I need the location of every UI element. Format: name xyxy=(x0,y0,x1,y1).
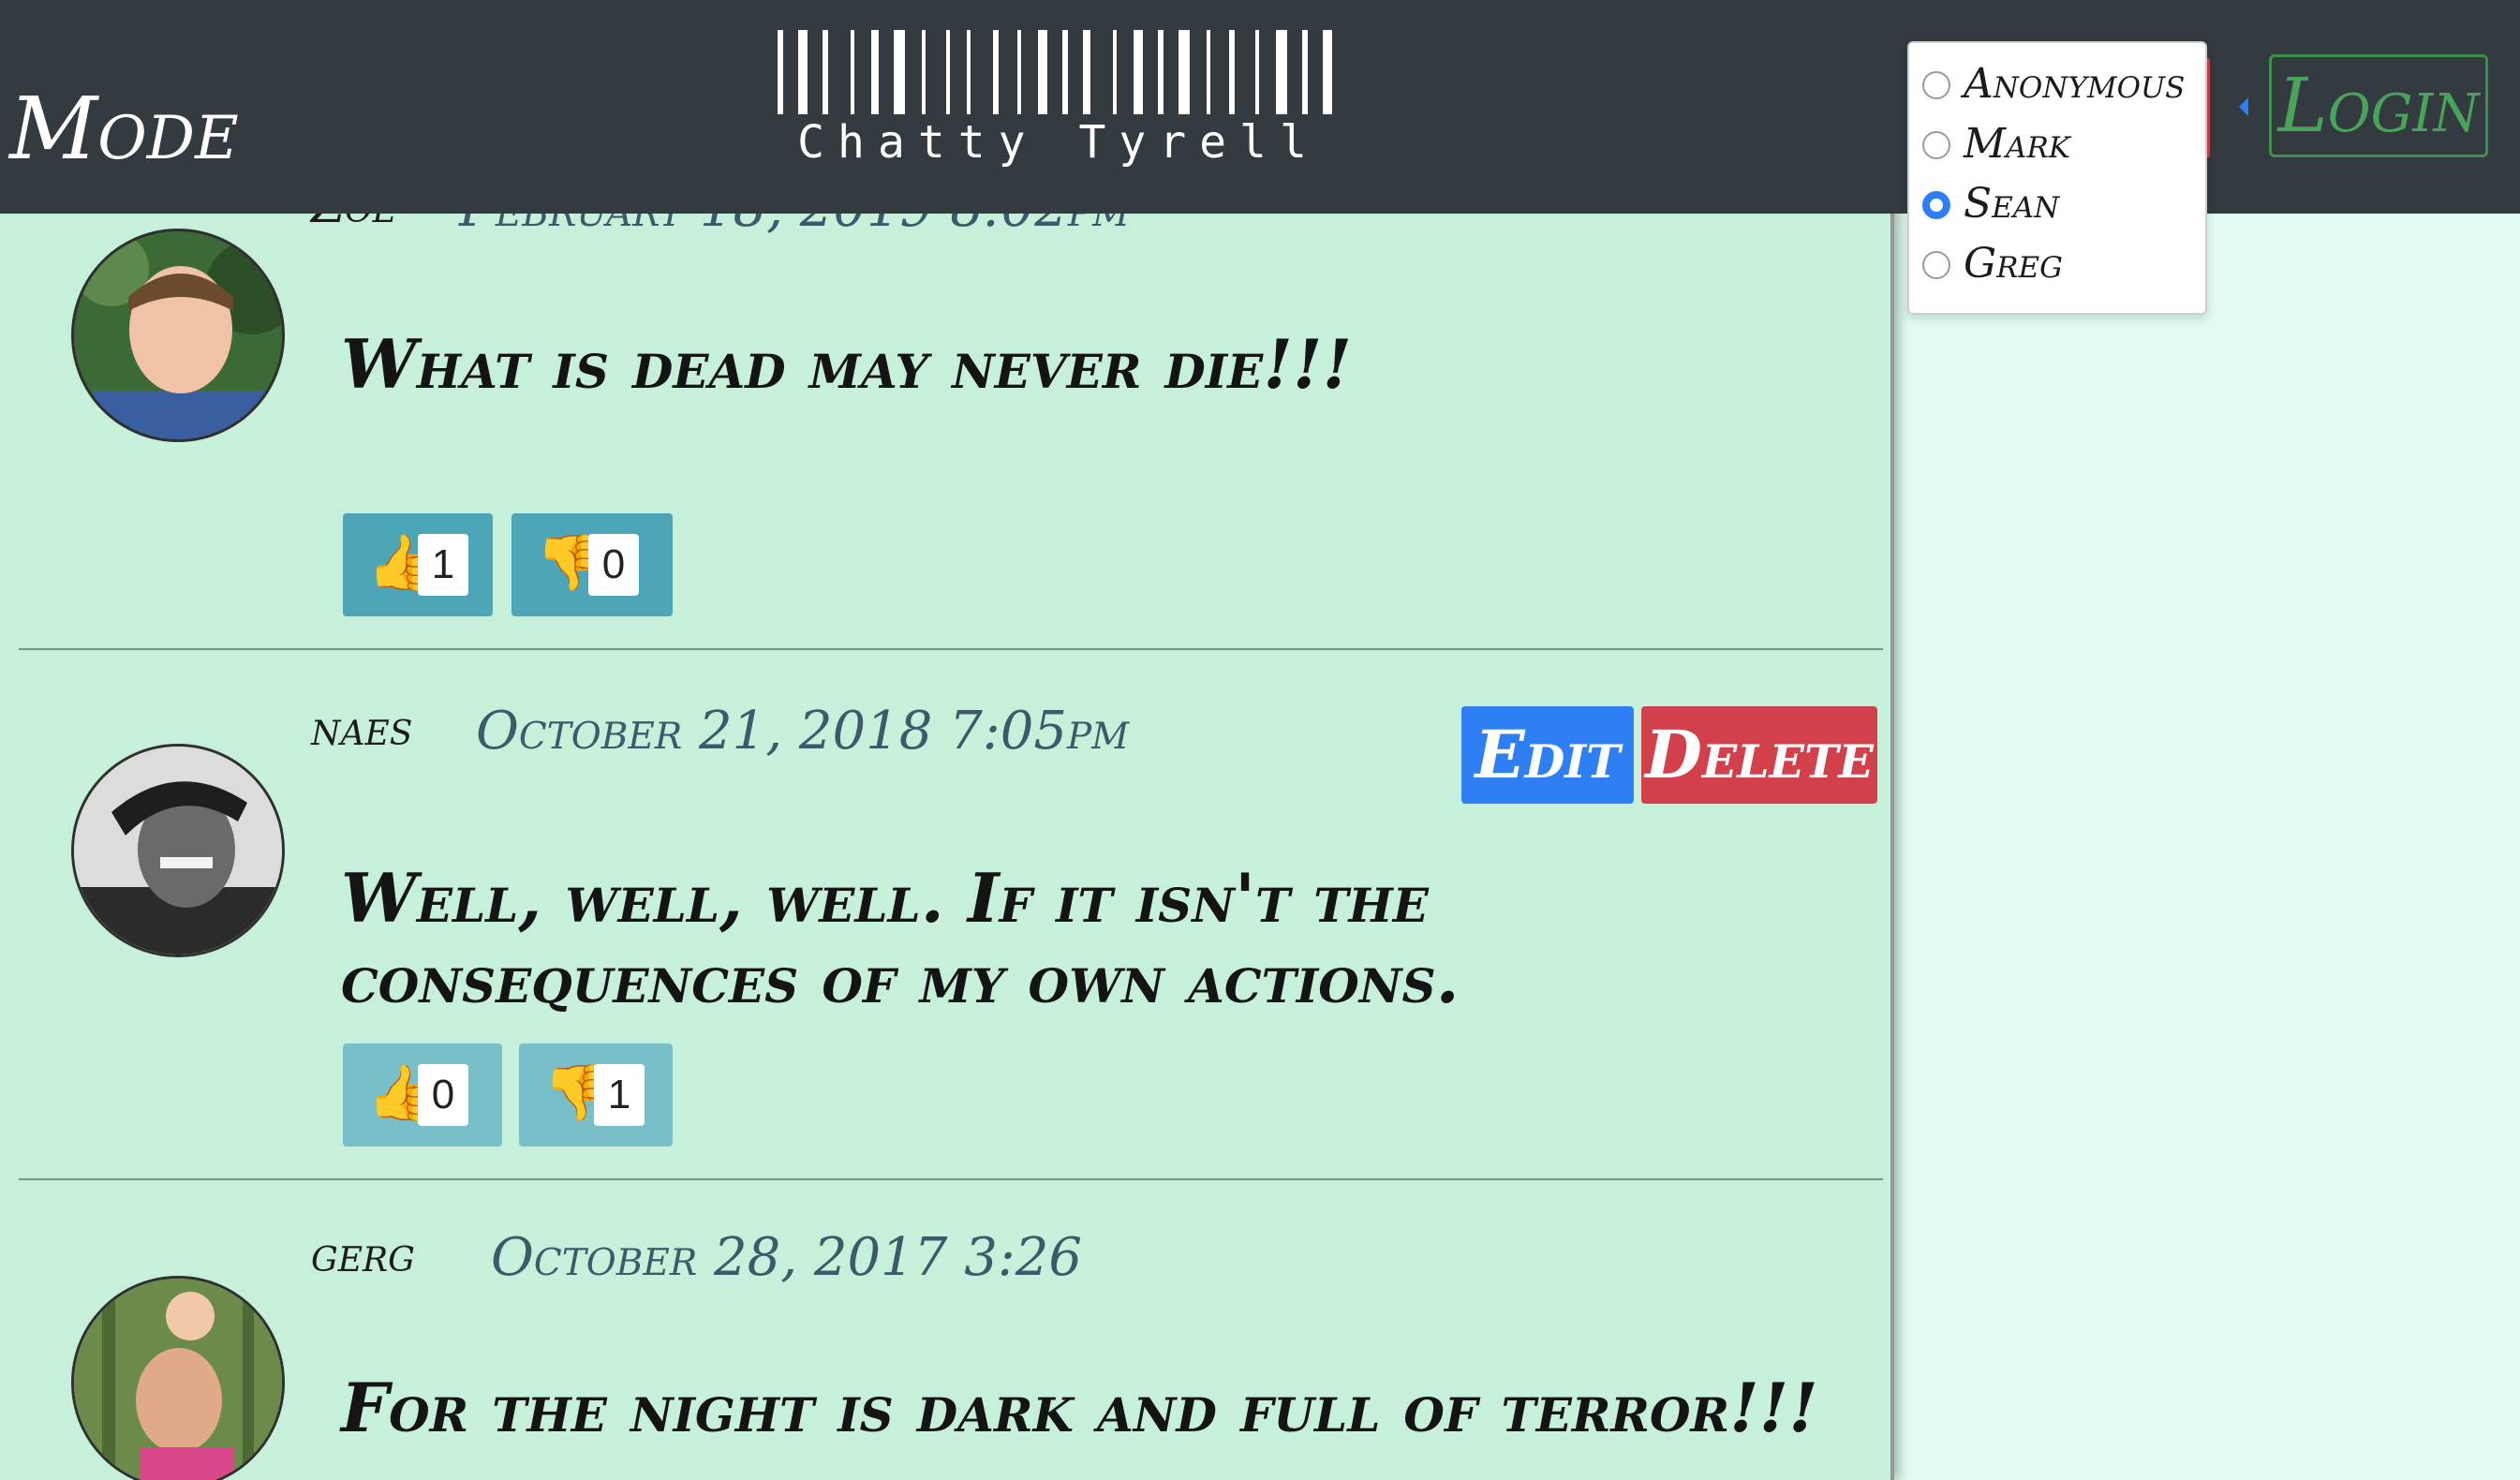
downvote-button[interactable]: 👎 0 xyxy=(511,513,673,616)
post-feed: Zoe February 18, 2019 8:02pm What is dea… xyxy=(0,0,1894,1480)
post-author: gerg xyxy=(311,1227,415,1283)
user-option-mark[interactable]: Mark xyxy=(1922,118,2200,170)
upvote-button[interactable]: 👍 1 xyxy=(343,513,493,616)
upvote-count: 1 xyxy=(418,534,468,596)
caret-left-icon xyxy=(2239,97,2248,116)
radio-button-selected[interactable] xyxy=(1922,191,1950,219)
option-label: Greg xyxy=(1964,240,2063,288)
login-button[interactable]: Login xyxy=(2269,54,2488,157)
radio-button[interactable] xyxy=(1922,131,1950,159)
post-author: naes xyxy=(311,701,413,757)
user-select-dropdown: Anonymous Mark Sean Greg xyxy=(1907,41,2207,315)
edit-button[interactable]: Edit xyxy=(1461,706,1634,804)
option-label: Anonymous xyxy=(1964,60,2186,108)
downvote-count: 1 xyxy=(594,1064,645,1126)
avatar xyxy=(71,229,285,442)
avatar xyxy=(71,1276,285,1480)
delete-button[interactable]: Delete xyxy=(1641,706,1877,804)
upvote-button[interactable]: 👍 0 xyxy=(343,1043,502,1147)
user-option-greg[interactable]: Greg xyxy=(1922,238,2200,290)
logo-text: Chatty Tyrell xyxy=(797,116,1320,169)
mode-toggle[interactable]: Mode xyxy=(9,79,239,179)
app-logo: Chatty Tyrell xyxy=(778,30,1340,170)
option-label: Mark xyxy=(1964,120,2070,168)
upvote-count: 0 xyxy=(418,1064,468,1126)
option-label: Sean xyxy=(1964,180,2060,228)
post-message: For the night is dark and full of terror… xyxy=(341,1368,1818,1447)
user-option-anonymous[interactable]: Anonymous xyxy=(1922,58,2200,111)
barcode-icon xyxy=(778,30,1332,114)
downvote-count: 0 xyxy=(588,534,639,596)
downvote-button[interactable]: 👎 1 xyxy=(519,1043,673,1147)
radio-button[interactable] xyxy=(1922,71,1950,99)
post-message: Well, well, well. If it isn't the conseq… xyxy=(341,858,1460,1018)
avatar xyxy=(71,744,285,957)
post-message: What is dead may never die!!! xyxy=(341,324,1353,404)
post-divider xyxy=(19,1178,1883,1180)
post-divider xyxy=(19,648,1883,650)
post-timestamp: October 21, 2018 7:05pm xyxy=(476,701,1130,762)
radio-button[interactable] xyxy=(1922,251,1950,279)
post-timestamp: October 28, 2017 3:26 xyxy=(491,1227,1082,1288)
user-option-sean[interactable]: Sean xyxy=(1922,178,2200,230)
